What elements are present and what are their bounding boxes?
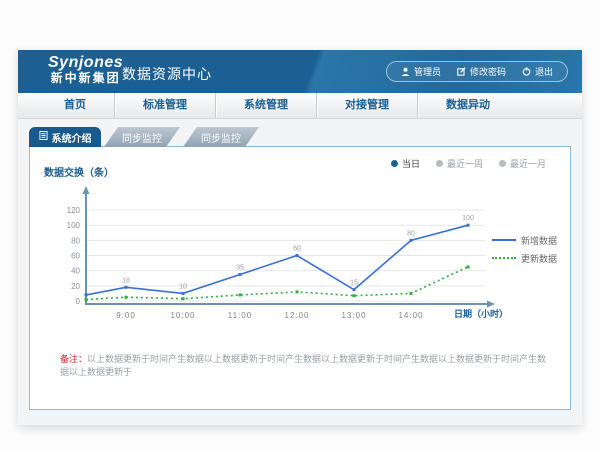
legend-label: 更新数据 (521, 252, 557, 265)
range-option-last-month[interactable]: 最近一月 (499, 157, 546, 170)
nav-item-home[interactable]: 首页 (36, 93, 115, 118)
logout-label: 退出 (535, 65, 553, 78)
radio-dot-icon (499, 160, 506, 167)
chart-panel: 当日 最近一周 最近一月 数据交换（条） 0 20 40 60 80 100 120 9:00… (29, 146, 571, 410)
range-option-last-week[interactable]: 最近一周 (436, 157, 483, 170)
app-header: Synjones 新中新集团 数据资源中心 管理员 修改密码 退出 (18, 50, 582, 93)
legend-item-new-data: 新增数据 (492, 231, 557, 249)
range-option-today[interactable]: 当日 (391, 157, 420, 170)
svg-text:10:00: 10:00 (170, 311, 195, 320)
document-icon (39, 131, 48, 143)
svg-text:9:00: 9:00 (116, 311, 136, 320)
svg-text:35: 35 (236, 264, 244, 271)
note-text: 以上数据更新于时间产生数据以上数据更新于时间产生数据以上数据更新于时间产生数据以… (60, 354, 546, 377)
green-dotted-line-icon (492, 257, 516, 259)
tab-label: 同步监控 (122, 130, 162, 145)
svg-text:120: 120 (67, 206, 81, 215)
svg-text:40: 40 (71, 267, 80, 276)
nav-item-integration[interactable]: 对接管理 (317, 93, 418, 118)
svg-text:14:00: 14:00 (398, 311, 423, 320)
svg-text:10: 10 (179, 283, 187, 290)
content-area: 系统介绍 同步监控 同步监控 当日 最近一周 (18, 119, 582, 425)
logo-text-en: Synjones (48, 54, 123, 72)
radio-dot-icon (391, 160, 398, 167)
series-legend: 新增数据 更新数据 (492, 231, 557, 267)
tab-bar: 系统介绍 同步监控 同步监控 (29, 127, 259, 147)
edit-icon (457, 67, 466, 76)
radio-dot-icon (436, 160, 443, 167)
company-logo[interactable]: Synjones 新中新集团 (48, 54, 123, 85)
tab-system-intro[interactable]: 系统介绍 (29, 127, 101, 147)
svg-text:100: 100 (462, 215, 474, 222)
note-label: 备注： (60, 354, 87, 364)
svg-text:80: 80 (71, 236, 80, 245)
nav-item-standards[interactable]: 标准管理 (115, 93, 216, 118)
user-button-label: 管理员 (414, 65, 441, 78)
svg-text:80: 80 (407, 230, 415, 237)
user-menu: 管理员 修改密码 退出 (386, 61, 568, 82)
tab-label: 同步监控 (201, 130, 241, 145)
svg-text:0: 0 (76, 297, 81, 306)
logo-text-cn: 新中新集团 (48, 72, 123, 85)
tab-label: 系统介绍 (52, 130, 92, 145)
svg-text:60: 60 (71, 252, 80, 261)
svg-text:15: 15 (350, 280, 358, 287)
legend-label: 新增数据 (521, 234, 557, 247)
y-axis-title: 数据交换（条） (44, 164, 114, 179)
svg-text:11:00: 11:00 (228, 311, 252, 320)
change-password-label: 修改密码 (470, 65, 506, 78)
main-nav: 首页 标准管理 系统管理 对接管理 数据异动 (18, 93, 582, 119)
footer-note: 备注：以上数据更新于时间产生数据以上数据更新于时间产生数据以上数据更新于时间产生… (60, 353, 552, 378)
app-window: Synjones 新中新集团 数据资源中心 管理员 修改密码 退出 (18, 50, 582, 425)
svg-text:60: 60 (293, 246, 301, 253)
user-icon (401, 67, 410, 76)
svg-text:20: 20 (71, 282, 80, 291)
change-password-button[interactable]: 修改密码 (457, 65, 506, 78)
svg-text:13:00: 13:00 (341, 311, 366, 320)
svg-text:12:00: 12:00 (284, 311, 309, 320)
svg-text:18: 18 (122, 277, 130, 284)
logout-button[interactable]: 退出 (522, 65, 553, 78)
tab-sync-monitor-2[interactable]: 同步监控 (183, 127, 259, 147)
nav-item-system[interactable]: 系统管理 (216, 93, 317, 118)
page-title: 数据资源中心 (122, 64, 212, 84)
time-range-options: 当日 最近一周 最近一月 (391, 157, 546, 170)
legend-item-updated-data: 更新数据 (492, 249, 557, 267)
power-icon (522, 67, 531, 76)
user-button[interactable]: 管理员 (401, 65, 441, 78)
tab-sync-monitor-1[interactable]: 同步监控 (104, 127, 180, 147)
svg-text:100: 100 (67, 221, 81, 230)
blue-line-icon (492, 239, 516, 241)
nav-item-data-changes[interactable]: 数据异动 (418, 93, 518, 118)
x-axis-title: 日期（小时） (454, 307, 508, 320)
